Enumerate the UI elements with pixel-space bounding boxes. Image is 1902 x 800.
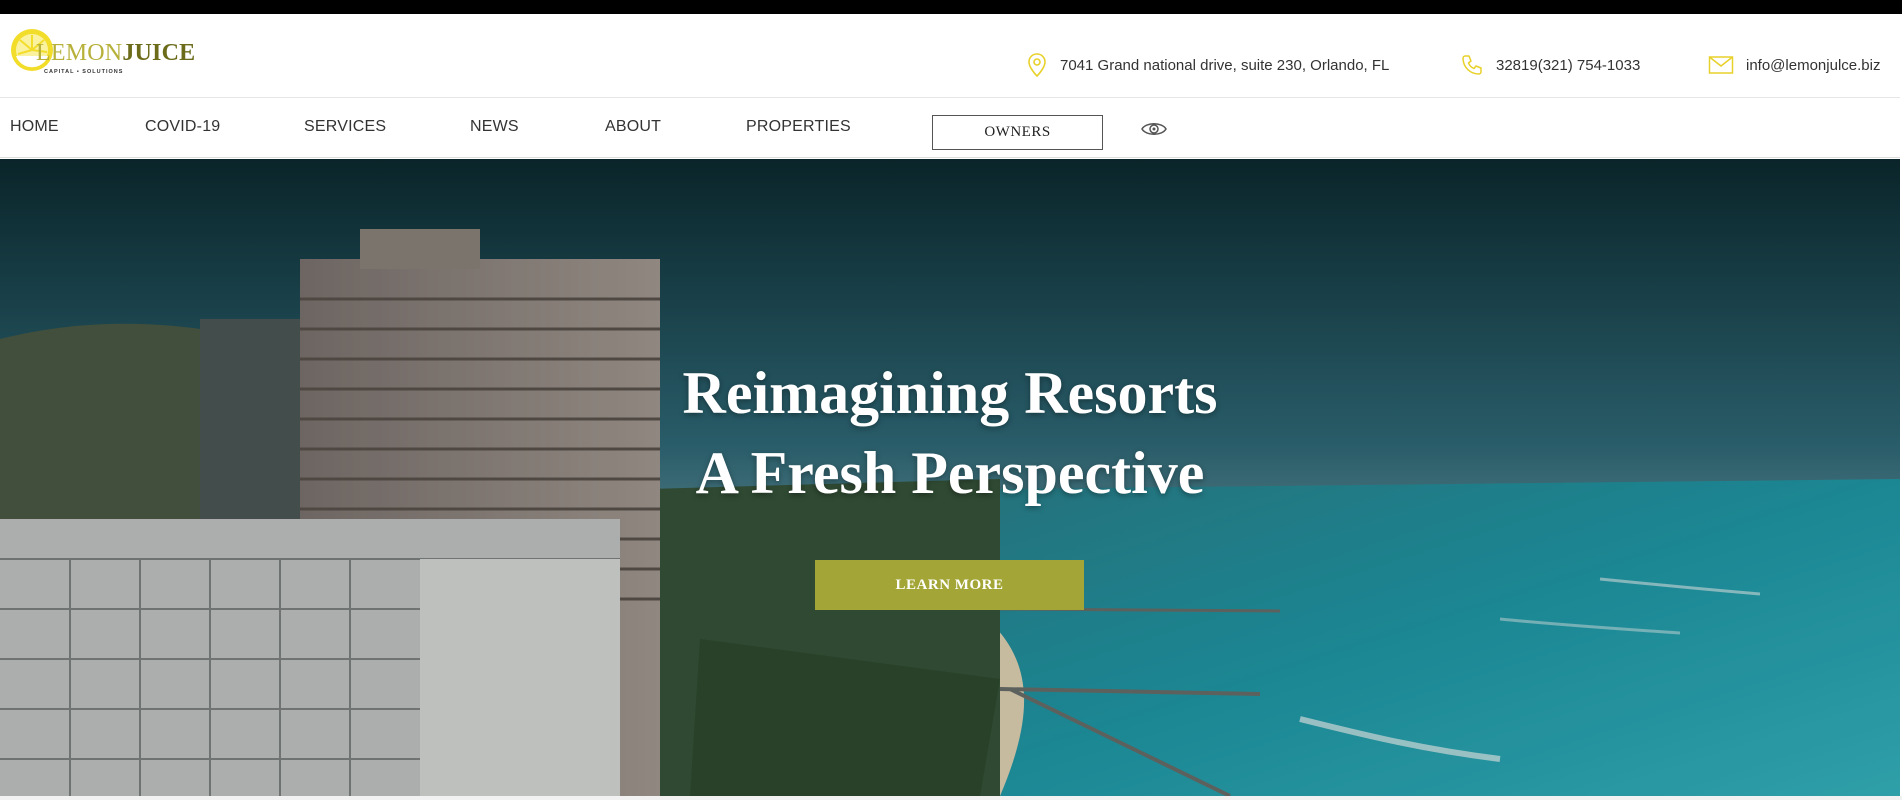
contact-address[interactable]: 7041 Grand national drive, suite 230, Or… xyxy=(1026,50,1389,80)
learn-more-button[interactable]: LEARN MORE xyxy=(815,560,1084,610)
email-text: info@lemonjulce.biz xyxy=(1746,56,1881,74)
logo-wordmark: LEMONJUICE xyxy=(36,40,196,66)
map-pin-icon xyxy=(1026,52,1048,78)
envelope-icon xyxy=(1708,55,1734,75)
hero-title-line-2: A Fresh Perspective xyxy=(695,440,1205,506)
phone-icon xyxy=(1460,53,1484,77)
site-header: LEMONJUICE CAPITAL • SOLUTIONS 7041 Gran… xyxy=(0,14,1900,98)
nav-item-covid-19[interactable]: COVID-19 xyxy=(145,118,220,136)
nav-item-services[interactable]: SERVICES xyxy=(304,118,386,136)
nav-item-properties[interactable]: PROPERTIES xyxy=(746,118,851,136)
phone-text: 32819(321) 754-1033 xyxy=(1496,56,1641,74)
owners-button[interactable]: OWNERS xyxy=(932,115,1103,150)
hero-title-line-1: Reimagining Resorts xyxy=(682,360,1218,426)
contact-phone[interactable]: 32819(321) 754-1033 xyxy=(1460,50,1640,80)
logo-tagline: CAPITAL • SOLUTIONS xyxy=(44,69,124,75)
eye-icon[interactable] xyxy=(1140,119,1168,139)
nav-item-about[interactable]: ABOUT xyxy=(605,118,661,136)
hero-banner: Reimagining Resorts A Fresh Perspective … xyxy=(0,159,1900,796)
contact-email[interactable]: info@lemonjulce.biz xyxy=(1708,50,1880,80)
page-bottom-strip xyxy=(0,796,1902,800)
browser-top-bar xyxy=(0,0,1902,14)
nav-item-home[interactable]: HOME xyxy=(10,118,59,136)
site-logo[interactable]: LEMONJUICE CAPITAL • SOLUTIONS xyxy=(11,29,196,80)
address-text: 7041 Grand national drive, suite 230, Or… xyxy=(1060,56,1390,74)
nav-item-news[interactable]: NEWS xyxy=(470,118,519,136)
